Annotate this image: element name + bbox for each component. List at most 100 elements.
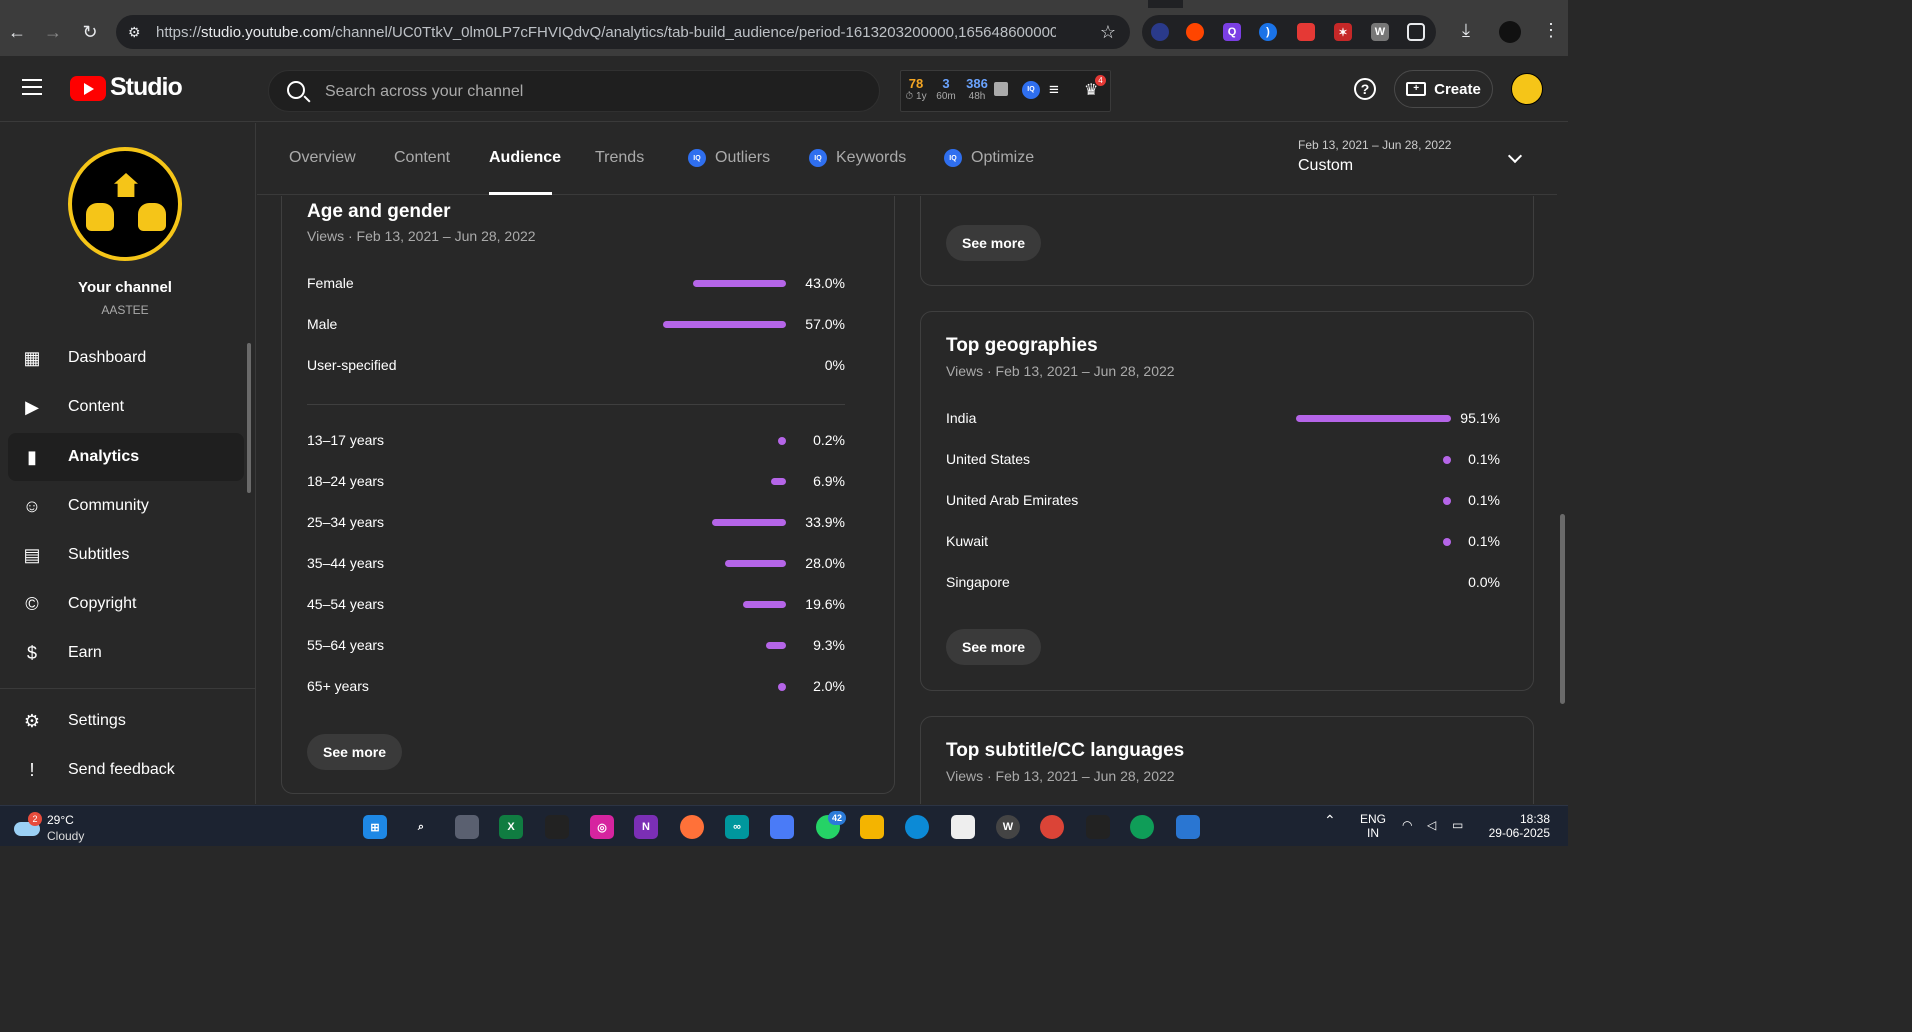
cast-extension-icon[interactable] <box>1297 23 1315 41</box>
browser-tab[interactable] <box>0 0 1148 8</box>
puzzle-extensions-icon[interactable] <box>1407 23 1425 41</box>
bookmark-star-icon[interactable]: ☆ <box>1100 22 1116 43</box>
see-more-button[interactable]: See more <box>307 734 403 770</box>
geography-row: Kuwait 0.1% <box>946 533 1500 553</box>
vidiq-stat-value: 386 <box>966 76 988 91</box>
site-info-icon[interactable]: ⚙ <box>128 24 148 41</box>
channel-avatar[interactable] <box>68 147 182 261</box>
analytics-tabs: Overview Content Audience Trends IQ Outli… <box>257 123 1557 195</box>
reload-icon[interactable]: ↻ <box>78 20 102 44</box>
sidebar-item-analytics[interactable]: ▮ Analytics <box>8 433 244 481</box>
create-button[interactable]: + Create <box>1394 70 1493 108</box>
address-bar[interactable]: ⚙ https://studio.youtube.com/channel/UC0… <box>116 15 1130 49</box>
app-icon[interactable] <box>545 815 569 839</box>
firefox-icon[interactable] <box>680 815 704 839</box>
system-clock[interactable]: 18:38 29-06-2025 <box>1480 812 1550 840</box>
chevron-down-icon[interactable] <box>1507 148 1523 164</box>
chevron-up-icon[interactable]: ⌃ <box>1324 812 1336 829</box>
vidiq-stats-widget[interactable]: 78 ⏱ 1y 3 60m 386 48h IQ ≡ ♛ 4 <box>900 70 1111 112</box>
pdf-extension-icon[interactable]: ✶ <box>1334 23 1352 41</box>
period-selector[interactable]: Custom <box>1298 157 1353 175</box>
battery-icon[interactable]: ▭ <box>1452 818 1463 832</box>
forward-icon[interactable]: → <box>41 20 65 44</box>
studio-logo-text[interactable]: Studio <box>110 73 183 102</box>
row-bar <box>1443 456 1451 464</box>
copilot-icon[interactable] <box>770 815 794 839</box>
sidebar-item-settings[interactable]: ⚙ Settings <box>8 697 244 745</box>
period-range[interactable]: Feb 13, 2021 – Jun 28, 2022 <box>1298 138 1451 152</box>
excel-icon[interactable]: X <box>499 815 523 839</box>
vidiq-logo-icon[interactable]: IQ <box>1022 81 1040 99</box>
sidebar-item-subtitles[interactable]: ▤ Subtitles <box>8 531 244 579</box>
notification-badge: 4 <box>1095 75 1106 86</box>
onenote-icon[interactable]: N <box>634 815 658 839</box>
row-label: India <box>946 410 977 426</box>
reddit-extension-icon[interactable] <box>1186 23 1204 41</box>
sidebar-item-dashboard[interactable]: ▦ Dashboard <box>8 334 244 382</box>
row-bar <box>778 683 786 691</box>
top-card: See more <box>920 196 1534 286</box>
profile-avatar[interactable] <box>1499 21 1521 43</box>
browser-tab[interactable] <box>1183 0 1568 8</box>
tab-optimize[interactable]: IQ Optimize <box>944 149 1034 167</box>
search-input[interactable] <box>325 81 845 103</box>
wordpress-icon[interactable]: W <box>996 815 1020 839</box>
windows-start-icon[interactable]: ⊞ <box>363 815 387 839</box>
document-icon[interactable] <box>951 815 975 839</box>
chrome-icon[interactable] <box>1130 815 1154 839</box>
channel-handle: AASTEE <box>101 303 149 317</box>
bar-chart-icon[interactable] <box>994 82 1008 96</box>
youtube-logo-icon[interactable] <box>70 76 106 101</box>
menu-icon[interactable] <box>22 79 42 95</box>
app-icon[interactable] <box>1086 815 1110 839</box>
sidebar-scrollbar[interactable] <box>247 343 251 493</box>
task-view-icon[interactable] <box>455 815 479 839</box>
sidebar-item-content[interactable]: ▶ Content <box>8 383 244 431</box>
search-bar[interactable] <box>268 70 880 112</box>
row-value: 57.0% <box>805 316 845 332</box>
row-bar <box>663 321 786 328</box>
tab-outliers[interactable]: IQ Outliers <box>688 149 770 167</box>
photos-icon[interactable] <box>1176 815 1200 839</box>
sound-extension-icon[interactable]: ) <box>1259 23 1277 41</box>
wifi-icon[interactable]: ◠ <box>1402 818 1412 832</box>
account-avatar[interactable] <box>1511 73 1543 105</box>
vidiq-stat-label-text: 1y <box>916 91 927 102</box>
edge-icon[interactable] <box>905 815 929 839</box>
arduino-icon[interactable]: ∞ <box>725 815 749 839</box>
tab-keywords[interactable]: IQ Keywords <box>809 149 906 167</box>
row-value: 6.9% <box>813 473 845 489</box>
instagram-icon[interactable]: ◎ <box>590 815 614 839</box>
row-label: 65+ years <box>307 678 369 694</box>
main-scrollbar[interactable] <box>1560 514 1565 704</box>
sidebar-item-copyright[interactable]: © Copyright <box>8 580 244 628</box>
tab-trends[interactable]: Trends <box>595 149 644 167</box>
list-icon[interactable]: ≡ <box>1049 80 1059 100</box>
sidebar-item-send-feedback[interactable]: ! Send feedback <box>8 746 244 794</box>
tab-overview[interactable]: Overview <box>289 149 356 167</box>
search-icon[interactable] <box>287 81 305 99</box>
vidiq-extension-icon[interactable] <box>1151 23 1169 41</box>
browser-menu-icon[interactable]: ⋮ <box>1542 20 1560 41</box>
volume-icon[interactable]: ◁ <box>1427 818 1436 832</box>
see-more-button[interactable]: See more <box>946 629 1042 665</box>
tab-audience[interactable]: Audience <box>489 149 561 167</box>
sidebar-item-earn[interactable]: $ Earn <box>8 629 244 677</box>
download-icon[interactable]: ⤓ <box>1462 20 1470 41</box>
age-gender-card: Age and gender Views · Feb 13, 2021 – Ju… <box>281 196 895 794</box>
see-more-button[interactable]: See more <box>946 225 1042 261</box>
sidebar-item-community[interactable]: ☺ Community <box>8 482 244 530</box>
tab-content[interactable]: Content <box>394 149 450 167</box>
back-icon[interactable]: ← <box>5 20 29 44</box>
chrome-profile-icon[interactable] <box>1040 815 1064 839</box>
language-indicator[interactable]: ENG IN <box>1360 812 1386 840</box>
url-text[interactable]: https://studio.youtube.com/channel/UC0Tt… <box>156 24 1056 41</box>
quillbot-extension-icon[interactable]: Q <box>1223 23 1241 41</box>
vidiq-stat-48h: 386 48h <box>963 76 991 102</box>
clock-time: 18:38 <box>1519 812 1550 826</box>
w-extension-icon[interactable]: W <box>1371 23 1389 41</box>
help-icon[interactable]: ? <box>1354 78 1376 100</box>
row-value: 9.3% <box>813 637 845 653</box>
search-icon[interactable]: ⌕ <box>409 815 433 839</box>
file-explorer-icon[interactable] <box>860 815 884 839</box>
